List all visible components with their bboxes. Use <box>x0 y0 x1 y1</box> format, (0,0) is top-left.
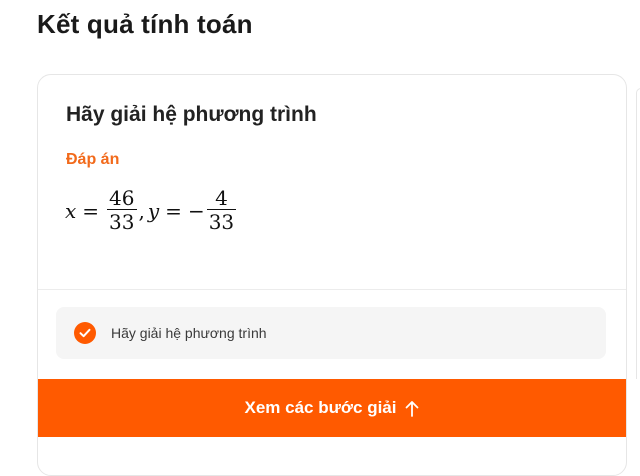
problem-title: Hãy giải hệ phương trình <box>66 103 317 126</box>
view-steps-label: Xem các bước giải <box>244 398 397 417</box>
y-numerator: 4 <box>215 186 228 210</box>
x-fraction: 46 33 <box>107 186 137 234</box>
adjacent-panel-edge <box>636 88 640 379</box>
check-circle-icon <box>74 322 96 344</box>
answer-label: Đáp án <box>66 151 120 168</box>
x-numerator: 46 <box>109 186 135 210</box>
step-text: Hãy giải hệ phương trình <box>111 325 267 341</box>
divider <box>38 289 626 290</box>
answer-formula: x = 46 33 , y = − 4 33 <box>65 187 238 234</box>
x-denominator: 33 <box>109 210 135 234</box>
comma: , <box>138 198 145 223</box>
step-item[interactable]: Hãy giải hệ phương trình <box>56 307 606 359</box>
view-steps-button[interactable]: Xem các bước giải <box>38 379 626 437</box>
equals-sign: = <box>82 198 100 223</box>
y-variable: y <box>147 198 160 223</box>
minus-sign: − <box>187 198 205 223</box>
x-variable: x <box>65 198 77 223</box>
y-denominator: 33 <box>208 210 235 234</box>
arrow-up-icon <box>405 400 419 417</box>
result-card: Hãy giải hệ phương trình Đáp án x = 46 3… <box>37 74 627 476</box>
page-title: Kết quả tính toán <box>37 9 253 39</box>
y-fraction: 4 33 <box>206 186 237 234</box>
equals-sign: = <box>165 198 182 223</box>
